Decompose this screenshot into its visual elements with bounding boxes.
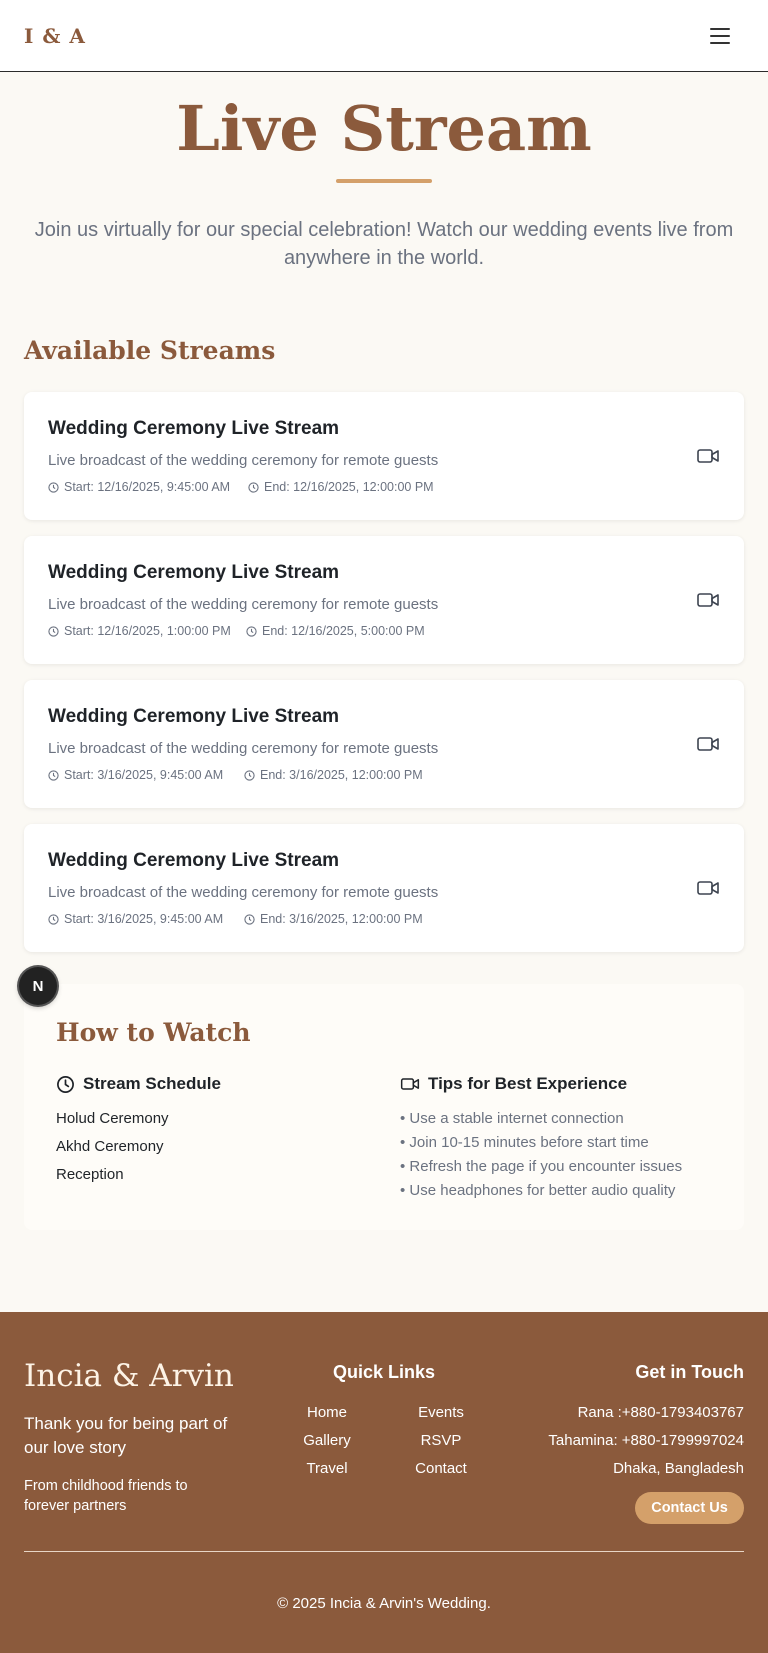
footer-link-gallery[interactable]: Gallery xyxy=(277,1432,377,1449)
stream-start-time: Start: 3/16/2025, 9:45:00 AM xyxy=(48,768,223,782)
schedule-item: Holud Ceremony xyxy=(56,1110,169,1127)
clock-icon xyxy=(248,481,259,493)
site-footer: Incia & Arvin Thank you for being part o… xyxy=(0,1312,768,1653)
stream-start-label: Start: 3/16/2025, 9:45:00 AM xyxy=(64,912,224,926)
footer-link-events[interactable]: Events xyxy=(391,1404,491,1421)
tip-item: • Refresh the page if you encounter issu… xyxy=(400,1158,683,1175)
stream-description: Live broadcast of the wedding ceremony f… xyxy=(48,884,439,901)
stream-start-label: Start: 3/16/2025, 9:45:00 AM xyxy=(64,768,224,782)
clock-icon xyxy=(48,769,59,781)
how-to-watch-panel: How to Watch Stream Schedule Holud Cerem… xyxy=(24,984,744,1230)
stream-title: Wedding Ceremony Live Stream xyxy=(48,706,340,727)
page-subtitle: Join us virtually for our special celebr… xyxy=(34,219,734,269)
video-camera-icon[interactable] xyxy=(696,876,720,900)
tip-item: • Join 10-15 minutes before start time xyxy=(400,1134,649,1151)
tips-heading: Tips for Best Experience xyxy=(400,1074,627,1094)
video-camera-icon[interactable] xyxy=(696,444,720,468)
stream-start-time: Start: 3/16/2025, 9:45:00 AM xyxy=(48,912,223,926)
stream-title: Wedding Ceremony Live Stream xyxy=(48,850,340,871)
stream-end-time: End: 12/16/2025, 5:00:00 PM xyxy=(246,624,425,638)
schedule-item: Akhd Ceremony xyxy=(56,1138,164,1155)
clock-icon xyxy=(246,625,257,637)
stream-end-time: End: 3/16/2025, 12:00:00 PM xyxy=(244,768,423,782)
footer-subtagline: From childhood friends to forever partne… xyxy=(24,1478,188,1514)
clock-icon xyxy=(48,913,59,925)
how-to-watch-heading: How to Watch xyxy=(56,1018,251,1047)
footer-tagline: Thank you for being part of our love sto… xyxy=(24,1414,228,1457)
video-camera-icon[interactable] xyxy=(696,588,720,612)
stream-description: Live broadcast of the wedding ceremony f… xyxy=(48,452,439,469)
floating-dev-button[interactable]: N xyxy=(19,967,57,1005)
tip-item: • Use headphones for better audio qualit… xyxy=(400,1182,676,1199)
clock-icon xyxy=(48,625,59,637)
quick-links-heading: Quick Links xyxy=(332,1362,436,1382)
contact-phone-tahamina: Tahamina: +880-1799997024 xyxy=(548,1432,744,1449)
available-streams-heading: Available Streams xyxy=(24,336,276,365)
stream-card[interactable]: Wedding Ceremony Live Stream Live broadc… xyxy=(24,536,744,664)
stream-title: Wedding Ceremony Live Stream xyxy=(48,418,340,439)
clock-icon xyxy=(57,1075,74,1093)
stream-start-time: Start: 12/16/2025, 9:45:00 AM xyxy=(48,480,230,494)
video-camera-icon xyxy=(400,1078,420,1090)
stream-schedule-heading: Stream Schedule xyxy=(56,1074,221,1094)
stream-schedule-title: Stream Schedule xyxy=(83,1074,221,1093)
page-title: Live Stream xyxy=(176,92,592,165)
stream-card[interactable]: Wedding Ceremony Live Stream Live broadc… xyxy=(24,680,744,808)
stream-end-label: End: 3/16/2025, 12:00:00 PM xyxy=(260,768,423,782)
stream-start-label: Start: 12/16/2025, 1:00:00 PM xyxy=(64,624,231,638)
clock-icon xyxy=(244,913,255,925)
stream-start-time: Start: 12/16/2025, 1:00:00 PM xyxy=(48,624,231,638)
clock-icon xyxy=(48,481,59,493)
stream-title: Wedding Ceremony Live Stream xyxy=(48,562,340,583)
video-camera-icon[interactable] xyxy=(696,732,720,756)
footer-brand: Incia & Arvin xyxy=(24,1358,234,1394)
stream-description: Live broadcast of the wedding ceremony f… xyxy=(48,740,439,757)
copyright-text: © 2025 Incia & Arvin's Wedding. xyxy=(277,1595,491,1612)
contact-phone-rana: Rana :+880-1793403767 xyxy=(577,1404,744,1421)
footer-link-travel[interactable]: Travel xyxy=(277,1460,377,1477)
stream-end-time: End: 3/16/2025, 12:00:00 PM xyxy=(244,912,423,926)
contact-location: Dhaka, Bangladesh xyxy=(613,1460,744,1477)
footer-link-rsvp[interactable]: RSVP xyxy=(391,1432,491,1449)
stream-end-label: End: 12/16/2025, 12:00:00 PM xyxy=(264,480,434,494)
site-logo[interactable]: I & A xyxy=(24,24,86,48)
stream-end-time: End: 12/16/2025, 12:00:00 PM xyxy=(248,480,434,494)
tip-item: • Use a stable internet connection xyxy=(400,1110,624,1127)
title-divider xyxy=(336,179,432,183)
stream-card[interactable]: Wedding Ceremony Live Stream Live broadc… xyxy=(24,392,744,520)
stream-description: Live broadcast of the wedding ceremony f… xyxy=(48,596,439,613)
clock-icon xyxy=(244,769,255,781)
hamburger-menu-icon[interactable] xyxy=(706,22,734,50)
tips-title: Tips for Best Experience xyxy=(428,1074,628,1093)
stream-end-label: End: 3/16/2025, 12:00:00 PM xyxy=(260,912,423,926)
top-navbar: I & A xyxy=(0,0,768,72)
footer-link-contact[interactable]: Contact xyxy=(391,1460,491,1477)
schedule-item: Reception xyxy=(56,1166,124,1183)
stream-end-label: End: 12/16/2025, 5:00:00 PM xyxy=(262,624,425,638)
footer-link-home[interactable]: Home xyxy=(277,1404,377,1421)
get-in-touch-heading: Get in Touch xyxy=(635,1362,744,1382)
stream-start-label: Start: 12/16/2025, 9:45:00 AM xyxy=(64,480,231,494)
footer-divider xyxy=(24,1551,744,1552)
contact-us-button[interactable]: Contact Us xyxy=(635,1492,744,1524)
stream-card[interactable]: Wedding Ceremony Live Stream Live broadc… xyxy=(24,824,744,952)
